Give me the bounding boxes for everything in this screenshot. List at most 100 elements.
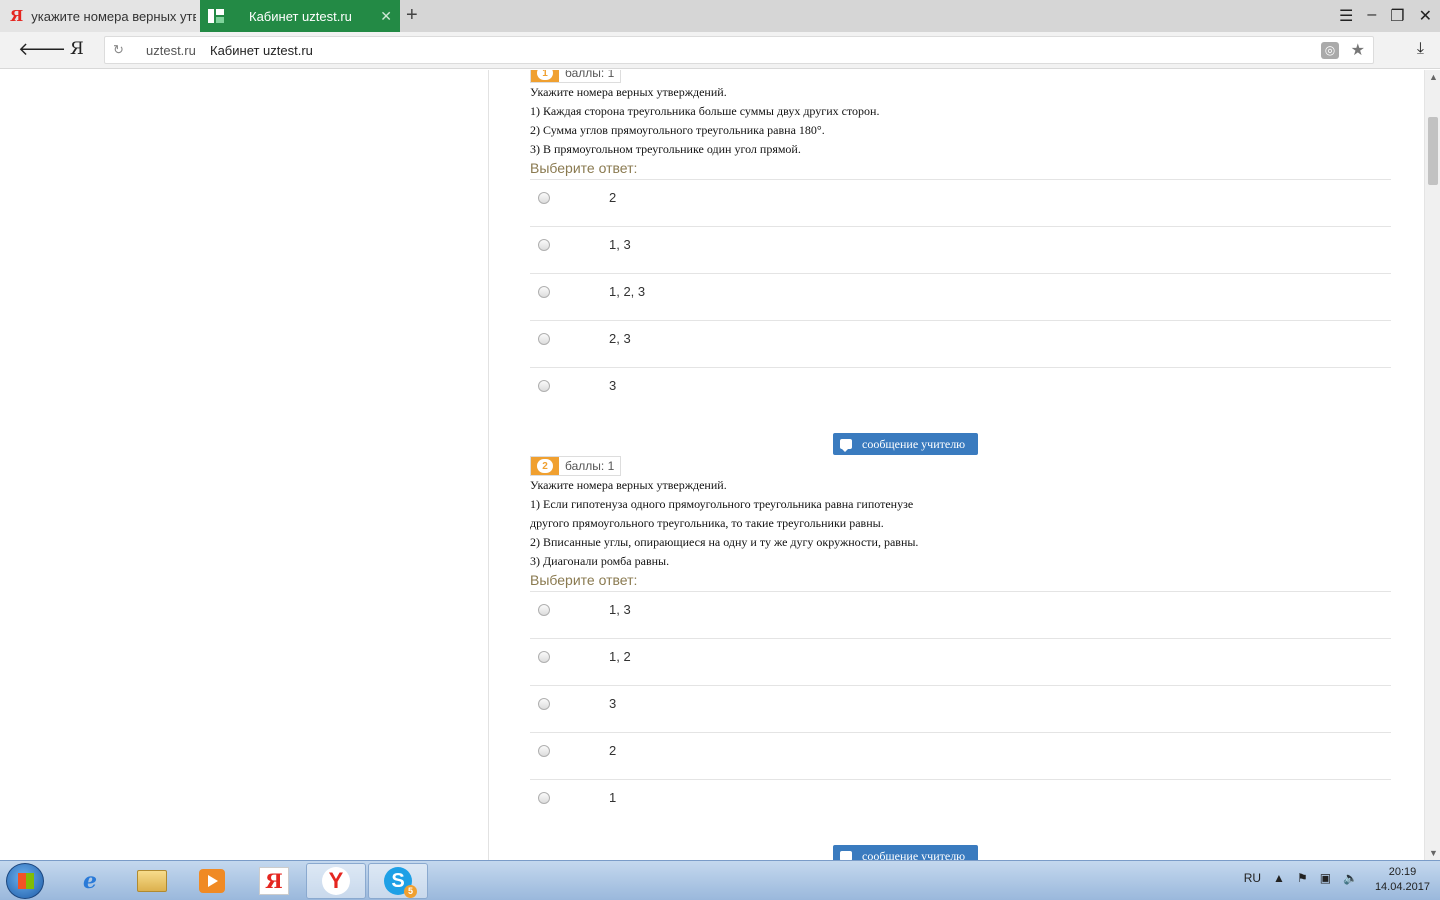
- question-badge: 2 баллы: 1: [530, 456, 622, 476]
- scroll-down-icon[interactable]: ▼: [1429, 848, 1438, 858]
- minimize-icon[interactable]: –: [1367, 6, 1376, 26]
- clock[interactable]: 20:19 14.04.2017: [1375, 865, 1430, 895]
- yandex-browser-icon[interactable]: Я: [244, 863, 304, 899]
- start-button[interactable]: [6, 863, 44, 899]
- answer-option[interactable]: 1, 2, 3: [530, 274, 1391, 321]
- show-hidden-icons-icon[interactable]: ▲: [1273, 871, 1285, 885]
- address-bar[interactable]: ↻ uztest.ru Кабинет uztest.ru ◎ ★: [104, 36, 1374, 64]
- message-button-label: сообщение учителю: [862, 436, 966, 451]
- question-number: 1: [537, 70, 553, 80]
- message-teacher-button[interactable]: сообщение учителю: [833, 433, 978, 455]
- vertical-scrollbar[interactable]: ▲ ▼: [1424, 70, 1440, 860]
- question-statement: другого прямоугольного треугольника, то …: [530, 516, 884, 530]
- answer-list: 1, 3 1, 2 3 2 1: [530, 591, 1391, 827]
- radio-button[interactable]: [538, 192, 550, 204]
- answer-label: 2: [609, 190, 617, 205]
- question-score: баллы: 1: [565, 70, 615, 80]
- answer-option[interactable]: 3: [530, 686, 1391, 733]
- download-icon[interactable]: ⤓: [1417, 40, 1424, 58]
- navigation-bar: 🡐 Я ↻ uztest.ru Кабинет uztest.ru ◎ ★ ⤓: [0, 32, 1440, 69]
- system-tray: RU ▲ ⚑ ▣ 🔈: [1244, 871, 1358, 885]
- radio-button[interactable]: [538, 239, 550, 251]
- answer-label: 3: [609, 696, 617, 711]
- reload-icon[interactable]: ↻: [113, 42, 124, 58]
- question-statement: 3) Диагонали ромба равны.: [530, 554, 670, 568]
- choose-answer-label: Выберите ответ:: [530, 572, 638, 588]
- tab-label: укажите номера верных утверждений: [31, 8, 197, 24]
- yandex-app-icon[interactable]: Y: [306, 863, 366, 899]
- answer-option[interactable]: 1, 3: [530, 592, 1391, 639]
- new-tab-button[interactable]: +: [406, 4, 418, 27]
- answer-option[interactable]: 2: [530, 180, 1391, 227]
- answer-label: 1: [609, 790, 617, 805]
- taskbar: e Я Y S5 RU ▲ ⚑ ▣ 🔈 20:19 14.04.2017: [0, 860, 1440, 900]
- yandex-favicon-icon: Я: [10, 7, 24, 25]
- uztest-favicon-icon: [208, 9, 224, 23]
- back-icon[interactable]: 🡐: [18, 39, 66, 60]
- message-teacher-button[interactable]: сообщение учителю: [833, 845, 978, 860]
- tab-uztest[interactable]: Кабинет uztest.ru ✕: [200, 0, 400, 32]
- clock-time: 20:19: [1388, 866, 1417, 878]
- skype-icon[interactable]: S5: [368, 863, 428, 899]
- answer-option[interactable]: 2, 3: [530, 321, 1391, 368]
- radio-button[interactable]: [538, 333, 550, 345]
- answer-option[interactable]: 1: [530, 780, 1391, 827]
- url-page-title: Кабинет uztest.ru: [210, 43, 313, 58]
- scroll-up-icon[interactable]: ▲: [1429, 72, 1438, 82]
- close-window-icon[interactable]: ✕: [1419, 6, 1432, 26]
- radio-button[interactable]: [538, 651, 550, 663]
- file-explorer-icon[interactable]: [122, 863, 182, 899]
- network-icon[interactable]: ▣: [1320, 871, 1331, 885]
- answer-label: 1, 2: [609, 649, 631, 664]
- restore-icon[interactable]: ❐: [1390, 6, 1404, 26]
- question-statement: 3) В прямоугольном треугольнике один уго…: [530, 142, 801, 156]
- tab-label: Кабинет uztest.ru: [249, 8, 352, 24]
- answer-option[interactable]: 1, 2: [530, 639, 1391, 686]
- question-text: Укажите номера верных утверждений.: [530, 478, 727, 492]
- answer-option[interactable]: 3: [530, 368, 1391, 415]
- radio-button[interactable]: [538, 698, 550, 710]
- radio-button[interactable]: [538, 286, 550, 298]
- volume-icon[interactable]: 🔈: [1343, 871, 1358, 885]
- radio-button[interactable]: [538, 792, 550, 804]
- clock-date: 14.04.2017: [1374, 881, 1430, 893]
- yandex-home-icon[interactable]: Я: [70, 39, 84, 59]
- protect-icon[interactable]: ◎: [1321, 42, 1339, 59]
- scrollbar-thumb[interactable]: [1428, 117, 1438, 185]
- radio-button[interactable]: [538, 745, 550, 757]
- question-badge: 1 баллы: 1: [530, 70, 622, 83]
- menu-icon[interactable]: ☰: [1339, 6, 1353, 26]
- message-button-label: сообщение учителю: [862, 848, 966, 861]
- question-number: 2: [537, 459, 553, 473]
- question-text: Укажите номера верных утверждений.: [530, 85, 727, 99]
- tab-strip: Я укажите номера верных утверждений Каби…: [0, 0, 1440, 32]
- action-center-flag-icon[interactable]: ⚑: [1297, 871, 1308, 885]
- speech-bubble-icon: [840, 439, 852, 452]
- question-statement: 1) Каждая сторона треугольника больше су…: [530, 104, 880, 118]
- answer-label: 1, 3: [609, 602, 631, 617]
- answer-list: 2 1, 3 1, 2, 3 2, 3 3: [530, 179, 1391, 415]
- radio-button[interactable]: [538, 380, 550, 392]
- choose-answer-label: Выберите ответ:: [530, 160, 638, 176]
- page-content: 1 баллы: 1 Укажите номера верных утвержд…: [0, 70, 1424, 860]
- window-controls: ☰ – ❐ ✕: [1339, 6, 1432, 26]
- answer-option[interactable]: 1, 3: [530, 227, 1391, 274]
- tab-search[interactable]: Я укажите номера верных утверждений: [0, 0, 200, 32]
- windows-logo-icon: [18, 873, 34, 889]
- answer-label: 2: [609, 743, 617, 758]
- bookmark-star-icon[interactable]: ★: [1351, 40, 1365, 60]
- url-domain: uztest.ru: [146, 43, 196, 58]
- question-statement: 2) Вписанные углы, опирающиеся на одну и…: [530, 535, 919, 549]
- answer-option[interactable]: 2: [530, 733, 1391, 780]
- answer-label: 3: [609, 378, 617, 393]
- radio-button[interactable]: [538, 604, 550, 616]
- question-1: 1 баллы: 1 Укажите номера верных утвержд…: [530, 70, 1391, 415]
- media-player-icon[interactable]: [182, 863, 242, 899]
- answer-label: 2, 3: [609, 331, 631, 346]
- answer-label: 1, 3: [609, 237, 631, 252]
- left-column: [0, 70, 489, 860]
- internet-explorer-icon[interactable]: e: [60, 863, 120, 899]
- skype-badge: 5: [404, 885, 417, 898]
- close-tab-icon[interactable]: ✕: [380, 8, 392, 25]
- language-indicator[interactable]: RU: [1244, 871, 1261, 885]
